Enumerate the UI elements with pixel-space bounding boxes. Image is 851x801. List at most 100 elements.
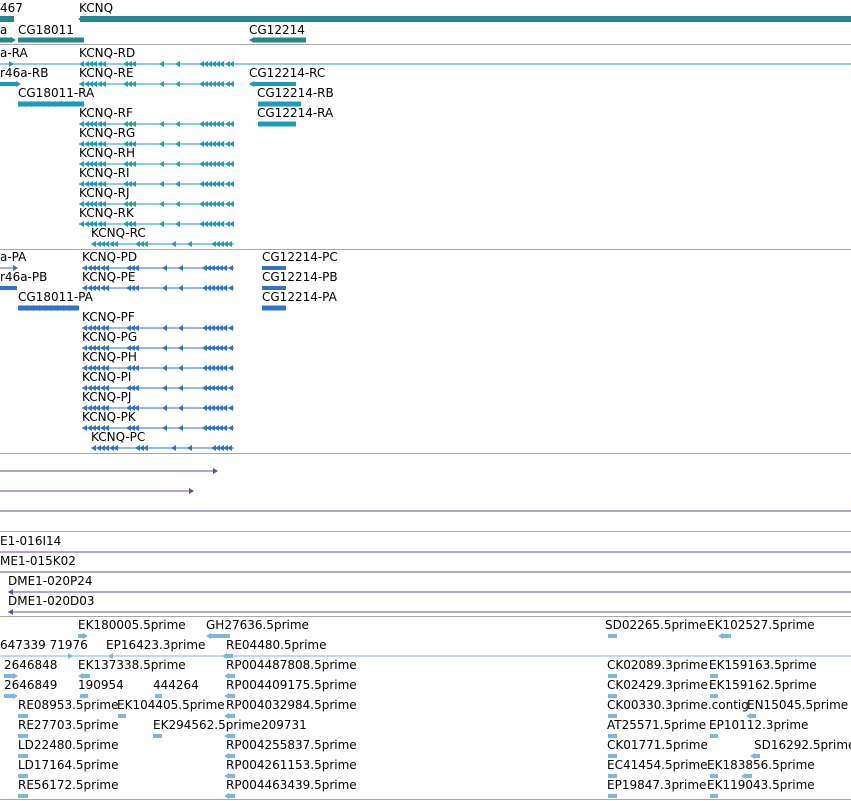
est-glyph[interactable] [608, 794, 617, 798]
protein-glyph[interactable] [187, 445, 192, 451]
protein-glyph[interactable] [262, 305, 286, 311]
protein-glyph[interactable] [228, 365, 233, 371]
transcript-glyph[interactable] [79, 181, 84, 187]
est-glyph[interactable] [746, 713, 751, 719]
est-glyph[interactable] [741, 773, 746, 779]
transcript-glyph[interactable] [79, 61, 84, 67]
est-glyph[interactable] [710, 774, 718, 778]
est-glyph[interactable] [224, 713, 229, 719]
protein-glyph[interactable] [82, 345, 87, 351]
est-glyph[interactable] [4, 674, 14, 678]
transcript-glyph[interactable] [159, 81, 164, 87]
est-glyph[interactable] [118, 714, 126, 718]
est-glyph[interactable] [82, 674, 90, 678]
est-glyph[interactable] [18, 774, 28, 778]
protein-glyph[interactable] [228, 425, 233, 431]
est-glyph[interactable] [13, 693, 18, 699]
protein-glyph[interactable] [162, 265, 167, 271]
est-glyph[interactable] [222, 653, 227, 659]
est-glyph[interactable] [224, 673, 229, 679]
transcript-glyph[interactable] [175, 121, 180, 127]
transcript-glyph[interactable] [79, 141, 84, 147]
protein-glyph[interactable] [82, 405, 87, 411]
gene-bar[interactable] [253, 37, 306, 43]
protein-glyph[interactable] [178, 405, 183, 411]
est-glyph[interactable] [745, 774, 752, 778]
clone-glyph[interactable] [189, 488, 194, 494]
transcript-glyph[interactable] [91, 241, 96, 247]
protein-glyph[interactable] [228, 385, 233, 391]
est-glyph[interactable] [710, 794, 718, 798]
protein-glyph[interactable] [82, 265, 87, 271]
transcript-glyph[interactable] [258, 101, 301, 107]
protein-glyph[interactable] [162, 325, 167, 331]
est-glyph[interactable] [18, 794, 28, 798]
est-glyph[interactable] [210, 634, 230, 638]
transcript-glyph[interactable] [175, 81, 180, 87]
est-glyph[interactable] [608, 734, 617, 738]
clone-glyph[interactable] [8, 589, 13, 595]
transcript-glyph[interactable] [175, 61, 180, 67]
protein-glyph[interactable] [228, 285, 233, 291]
transcript-glyph[interactable] [159, 221, 164, 227]
est-glyph[interactable] [4, 694, 14, 698]
est-glyph[interactable] [228, 734, 235, 738]
transcript-glyph[interactable] [175, 181, 180, 187]
est-glyph[interactable] [206, 633, 211, 639]
gene-bar[interactable] [80, 16, 851, 22]
protein-glyph[interactable] [171, 445, 176, 451]
protein-glyph[interactable] [178, 425, 183, 431]
est-glyph[interactable] [226, 654, 233, 658]
est-glyph[interactable] [710, 694, 718, 698]
protein-glyph[interactable] [262, 286, 286, 290]
est-glyph[interactable] [608, 754, 617, 758]
transcript-glyph[interactable] [171, 241, 176, 247]
transcript-glyph[interactable] [16, 81, 21, 87]
transcript-glyph[interactable] [253, 82, 296, 86]
protein-glyph[interactable] [178, 365, 183, 371]
protein-glyph[interactable] [228, 265, 233, 271]
est-glyph[interactable] [228, 714, 235, 718]
est-glyph[interactable] [108, 653, 113, 659]
transcript-glyph[interactable] [79, 201, 84, 207]
transcript-glyph[interactable] [79, 121, 84, 127]
protein-glyph[interactable] [178, 265, 183, 271]
transcript-glyph[interactable] [9, 61, 14, 67]
transcript-glyph[interactable] [175, 201, 180, 207]
protein-glyph[interactable] [162, 425, 167, 431]
protein-glyph[interactable] [178, 285, 183, 291]
protein-glyph[interactable] [162, 365, 167, 371]
transcript-glyph[interactable] [79, 221, 84, 227]
transcript-glyph[interactable] [249, 81, 254, 87]
est-glyph[interactable] [228, 674, 235, 678]
transcript-glyph[interactable] [175, 141, 180, 147]
transcript-glyph[interactable] [159, 141, 164, 147]
est-glyph[interactable] [78, 673, 83, 679]
transcript-glyph[interactable] [159, 61, 164, 67]
est-glyph[interactable] [68, 653, 73, 659]
gene-bar[interactable] [18, 37, 84, 43]
protein-glyph[interactable] [162, 385, 167, 391]
protein-glyph[interactable] [82, 425, 87, 431]
protein-glyph[interactable] [13, 265, 18, 271]
transcript-glyph[interactable] [79, 161, 84, 167]
protein-glyph[interactable] [82, 385, 87, 391]
protein-glyph[interactable] [82, 365, 87, 371]
protein-glyph[interactable] [228, 345, 233, 351]
transcript-glyph[interactable] [0, 82, 18, 86]
est-glyph[interactable] [722, 634, 731, 638]
est-glyph[interactable] [224, 753, 229, 759]
clone-glyph[interactable] [8, 609, 13, 615]
est-glyph[interactable] [710, 674, 718, 678]
est-glyph[interactable] [155, 694, 162, 698]
est-glyph[interactable] [224, 793, 229, 799]
est-glyph[interactable] [750, 753, 755, 759]
est-glyph[interactable] [608, 634, 617, 638]
protein-glyph[interactable] [82, 285, 87, 291]
est-glyph[interactable] [224, 773, 229, 779]
est-glyph[interactable] [608, 674, 617, 678]
est-glyph[interactable] [608, 774, 617, 778]
protein-glyph[interactable] [82, 325, 87, 331]
transcript-glyph[interactable] [175, 221, 180, 227]
transcript-glyph[interactable] [258, 121, 296, 127]
